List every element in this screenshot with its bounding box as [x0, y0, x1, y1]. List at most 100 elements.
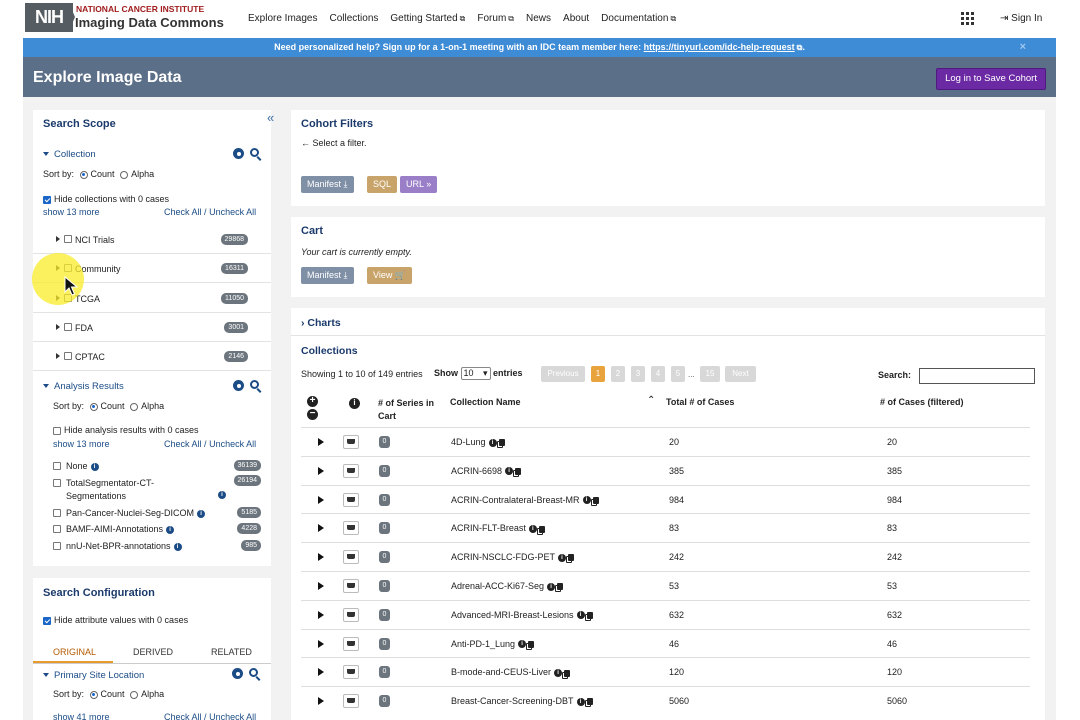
- cart-view-button[interactable]: View 🛒: [367, 267, 413, 284]
- caret-right-icon[interactable]: [56, 353, 60, 360]
- info-icon[interactable]: i: [576, 697, 585, 706]
- add-to-cart-icon[interactable]: [343, 435, 359, 449]
- info-icon[interactable]: i: [528, 525, 537, 534]
- banner-close-icon[interactable]: ×: [1020, 38, 1026, 57]
- uncheck-all-link[interactable]: Uncheck All: [209, 439, 256, 449]
- add-to-cart-icon[interactable]: [343, 492, 359, 507]
- info-icon[interactable]: i: [582, 496, 591, 505]
- search-icon[interactable]: [249, 668, 258, 677]
- collection-tree-row[interactable]: NCI Trials 29868: [33, 225, 271, 254]
- nav-link[interactable]: News: [526, 13, 551, 24]
- sort-count-radio[interactable]: [89, 690, 98, 699]
- check-all-link[interactable]: Check All: [164, 712, 202, 720]
- collection-checkbox[interactable]: [64, 235, 72, 243]
- copy-icon[interactable]: [515, 467, 522, 475]
- copy-icon[interactable]: [498, 439, 505, 447]
- collection-checkbox[interactable]: [64, 352, 72, 361]
- copy-icon[interactable]: [592, 496, 599, 504]
- info-icon[interactable]: i: [166, 525, 175, 534]
- header-filtered-cases[interactable]: # of Cases (filtered): [880, 397, 964, 407]
- nav-link[interactable]: Forum ⧉: [477, 13, 514, 24]
- hide-zero-checkbox[interactable]: [53, 426, 61, 435]
- caret-right-icon[interactable]: [56, 323, 60, 330]
- nih-logo[interactable]: NIH: [25, 3, 73, 32]
- tab-related[interactable]: RELATED: [211, 647, 252, 657]
- info-icon[interactable]: i: [90, 462, 99, 471]
- info-icon[interactable]: i: [576, 611, 585, 620]
- gear-icon[interactable]: [233, 380, 244, 391]
- table-row[interactable]: 0 Anti-PD-1_Lung i 46 46: [301, 628, 1030, 658]
- pager-page-button[interactable]: 1: [591, 366, 605, 382]
- logo-line2[interactable]: Imaging Data Commons: [75, 15, 224, 30]
- expand-row-icon[interactable]: [318, 582, 324, 590]
- table-row[interactable]: 0 ACRIN-NSCLC-FDG-PET i 242 242: [301, 542, 1030, 571]
- expand-row-icon[interactable]: [318, 553, 324, 562]
- search-icon[interactable]: [250, 148, 259, 157]
- sort-alpha-radio[interactable]: [130, 690, 139, 699]
- collection-tree-row[interactable]: CPTAC 2146: [33, 342, 271, 372]
- info-icon[interactable]: i: [488, 438, 497, 447]
- check-all-link[interactable]: Check All: [164, 207, 202, 217]
- header-series-in-cart[interactable]: # of Series in Cart: [378, 397, 442, 423]
- charts-toggle[interactable]: › Charts: [301, 317, 341, 329]
- pager-next-button[interactable]: Next: [725, 366, 756, 382]
- analysis-item[interactable]: TotalSegmentator-CT- Segmentations: [66, 477, 154, 503]
- add-to-cart-icon[interactable]: [343, 521, 359, 536]
- expand-row-icon[interactable]: [318, 610, 324, 619]
- analysis-item[interactable]: Pan-Cancer-Nuclei-Seg-DICOM i: [66, 507, 206, 520]
- pager-page-button[interactable]: 2: [611, 366, 625, 382]
- header-total-cases[interactable]: Total # of Cases: [666, 397, 734, 407]
- pager-previous-button[interactable]: Previous: [541, 366, 585, 382]
- info-icon[interactable]: i: [173, 542, 182, 551]
- analysis-checkbox[interactable]: [53, 525, 61, 533]
- table-row[interactable]: 0 B-mode-and-CEUS-Liver i 120 120: [301, 657, 1030, 686]
- apps-grid-icon[interactable]: [961, 12, 974, 25]
- expand-row-icon[interactable]: [318, 438, 324, 446]
- info-icon[interactable]: i: [349, 398, 360, 409]
- collapse-all-icon[interactable]: −: [307, 409, 318, 420]
- analysis-checkbox[interactable]: [53, 509, 61, 517]
- table-row[interactable]: 0 Advanced-MRI-Breast-Lesions i 632 632: [301, 599, 1030, 629]
- collection-checkbox[interactable]: [64, 322, 72, 331]
- table-row[interactable]: 0 ACRIN-6698 i 385 385: [301, 455, 1030, 485]
- nav-link[interactable]: Getting Started ⧉: [390, 13, 465, 24]
- page-size-select[interactable]: 10 ▾: [460, 367, 491, 380]
- sort-alpha-radio[interactable]: [130, 402, 139, 411]
- primary-site-facet-toggle[interactable]: Primary Site Location: [43, 670, 144, 681]
- info-icon[interactable]: i: [554, 669, 563, 678]
- collection-tree-row[interactable]: FDA 3001: [33, 313, 271, 342]
- manifest-button[interactable]: Manifest ⤓: [301, 176, 354, 193]
- expand-row-icon[interactable]: [318, 466, 324, 475]
- expand-row-icon[interactable]: [318, 668, 324, 677]
- copy-icon[interactable]: [557, 583, 564, 591]
- table-row[interactable]: 0 4D-Lung i 20 20: [301, 427, 1030, 456]
- nav-link[interactable]: Documentation ⧉: [601, 13, 676, 24]
- tab-original[interactable]: ORIGINAL: [53, 647, 96, 657]
- cart-manifest-button[interactable]: Manifest ⤓: [301, 267, 354, 284]
- hide-zero-checkbox[interactable]: [43, 616, 51, 625]
- pager-page-button[interactable]: 4: [651, 366, 665, 382]
- analysis-facet-toggle[interactable]: Analysis Results: [43, 381, 124, 392]
- copy-icon[interactable]: [568, 554, 575, 562]
- sign-in-link[interactable]: ⇥ Sign In: [1000, 13, 1042, 24]
- sql-button[interactable]: SQL: [367, 176, 398, 193]
- add-to-cart-icon[interactable]: [343, 579, 359, 593]
- pager-page-button[interactable]: 15: [700, 366, 720, 382]
- analysis-item[interactable]: BAMF-AIMI-Annotations i: [66, 523, 175, 536]
- info-icon[interactable]: i: [197, 509, 206, 518]
- analysis-checkbox[interactable]: [53, 462, 61, 470]
- save-cohort-button[interactable]: Log in to Save Cohort: [936, 68, 1046, 90]
- uncheck-all-link[interactable]: Uncheck All: [209, 207, 256, 217]
- info-icon[interactable]: i: [558, 553, 567, 562]
- collections-search-input[interactable]: [919, 368, 1035, 384]
- info-icon[interactable]: i: [518, 640, 527, 649]
- copy-icon[interactable]: [538, 525, 545, 533]
- table-row[interactable]: 0 Adrenal-ACC-Ki67-Seg i 53 53: [301, 571, 1030, 600]
- expand-all-icon[interactable]: +: [307, 396, 318, 407]
- hide-zero-analysis[interactable]: Hide analysis results with 0 cases: [53, 425, 199, 435]
- expand-row-icon[interactable]: [318, 524, 324, 533]
- analysis-item[interactable]: nnU-Net-BPR-annotations i: [66, 540, 182, 553]
- analysis-item[interactable]: None i: [66, 460, 99, 473]
- table-row[interactable]: 0 Breast-Cancer-Screening-DBT i 5060 5060: [301, 686, 1030, 715]
- add-to-cart-icon[interactable]: [343, 607, 359, 622]
